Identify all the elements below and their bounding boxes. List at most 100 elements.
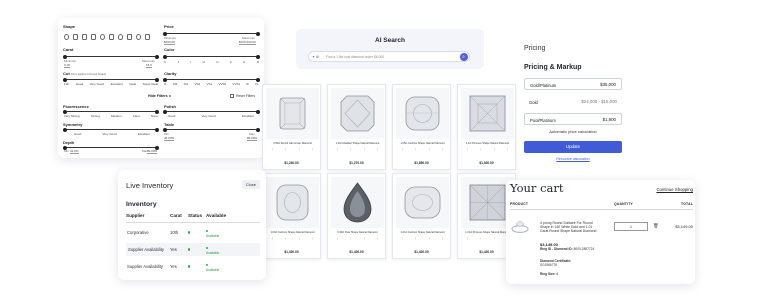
cut-option[interactable]: Ideal [129,82,136,86]
color-max-handle[interactable] [256,54,260,59]
clarity-min-handle[interactable] [163,77,167,82]
shape-pear-icon[interactable] [118,34,123,40]
fluorescence-option[interactable]: Faint [133,114,140,118]
shape-oval-icon[interactable] [100,34,105,40]
cut-option[interactable]: Super Ideal [143,82,158,86]
table-slider[interactable] [163,127,260,132]
price-min-handle[interactable] [163,31,167,36]
depth-slider[interactable] [63,145,159,150]
clarity-option[interactable]: VS1 [206,82,212,86]
diamond-image[interactable] [331,177,384,228]
polish-min-handle[interactable] [163,109,167,114]
symmetry-slider[interactable] [63,127,159,132]
pricing-row-value[interactable]: $24,000 - $15,000 [581,99,617,104]
resource-calculation-link[interactable]: Resource calculation [524,157,622,161]
fluorescence-min-handle[interactable] [63,109,67,114]
clarity-option[interactable]: VS2 [194,82,200,86]
clarity-max-handle[interactable] [256,77,260,82]
cut-option[interactable]: Fair [64,82,69,86]
close-button[interactable]: Close [241,180,260,189]
diamond-image[interactable] [266,88,319,139]
clarity-option[interactable]: VVS2 [218,82,226,86]
polish-option[interactable]: Very Good [201,114,215,118]
ai-search-input[interactable]: Find a 1.5ct oval diamond under $6,000 [326,55,384,59]
diamond-image[interactable] [396,88,449,139]
carat-max-input[interactable]: 15.0 [146,63,152,68]
clarity-option[interactable]: FL [255,82,259,86]
depth-max-input[interactable]: 89.00% [147,149,158,154]
clarity-slider[interactable] [163,77,260,82]
diamond-card[interactable]: 1.00ct Cushion Shape Natural Diamond │ │ │ │… [262,173,321,259]
clarity-option[interactable]: IF [246,82,249,86]
polish-max-handle[interactable] [256,109,260,114]
pricing-row[interactable]: Pool/Platinum $1,900 [524,113,622,125]
ai-search-bar[interactable]: ✦ AI Find a 1.5ct oval diamond under $6,0… [308,51,470,62]
color-option[interactable]: G [216,60,218,64]
carat-min-handle[interactable] [63,54,67,59]
shape-emerald-icon[interactable] [82,34,87,40]
color-min-handle[interactable] [163,54,167,59]
price-max-handle[interactable] [256,31,260,36]
shape-marquise-icon[interactable] [136,34,141,40]
fluorescence-slider[interactable] [63,109,159,114]
pricing-row-value[interactable]: $35,000 [600,82,616,87]
diamond-image[interactable] [461,88,514,139]
clarity-option[interactable]: VVS1 [232,82,240,86]
pricing-row[interactable]: Gold/Platinum $35,000 [524,78,622,90]
diamond-card[interactable]: 0.90ct Pear Shape Natural Diamond │ │ │ │ $1,… [327,173,386,259]
reset-filters-checkbox[interactable]: Reset Filters [230,94,255,98]
clarity-option[interactable]: SI2 [173,82,178,86]
product-description[interactable]: 4 prong Round Solitaire For Round Shape … [540,221,600,234]
table-row[interactable]: Supplier Availability Yes Available [126,260,260,273]
pricing-row[interactable]: Gold $24,000 - $15,000 [524,96,622,108]
polish-slider[interactable] [163,109,260,114]
trash-icon[interactable]: 🗑 [653,223,659,229]
diamond-card[interactable]: 0.50ct Round Lab Grown Diamond │ │ │ │ $1,240… [262,84,321,170]
polish-option[interactable]: Excellent [242,114,254,118]
diamond-image[interactable] [266,177,319,228]
color-option[interactable]: J [177,60,179,64]
diamond-card[interactable]: 1.1ct Princess Shape Natural Diamond │ │ │ │… [457,84,516,170]
color-option[interactable]: D [257,60,259,64]
cut-option[interactable]: Very Good [90,82,104,86]
color-option[interactable]: E [243,60,245,64]
pricing-row-value[interactable]: $1,900 [603,117,616,122]
cut-slider[interactable] [63,77,159,82]
clarity-option[interactable]: I1 [164,82,167,86]
carat-slider[interactable] [63,54,159,59]
color-option[interactable]: F [230,60,232,64]
cut-option[interactable]: Excellent [111,82,123,86]
shape-radiant-icon[interactable] [109,34,114,40]
price-slider[interactable] [163,31,260,36]
shape-round-icon[interactable] [64,34,69,40]
shape-cushion-icon[interactable] [145,34,150,40]
color-option[interactable]: I [190,60,191,64]
symmetry-option[interactable]: Good [74,132,81,136]
cut-max-handle[interactable] [155,77,159,82]
symmetry-option[interactable]: Very Good [102,132,116,136]
shape-asscher-icon[interactable] [91,34,96,40]
diamond-card[interactable]: 1.01ct Cushion Shape Natural Diamond │ │ │ │… [392,173,451,259]
fluorescence-option[interactable]: Very Strong [64,114,80,118]
clarity-option[interactable]: SI1 [184,82,189,86]
continue-shopping-link[interactable]: Continue Shopping [656,187,693,192]
carat-max-handle[interactable] [155,54,159,59]
diamond-card[interactable]: 1.01ct Radiant Shape Natural Diamond │ │ │ │… [327,84,386,170]
polish-option[interactable]: Good [168,114,175,118]
diamond-image[interactable] [331,88,384,139]
update-button[interactable]: Update [524,141,622,153]
price-max-input[interactable]: $100,000.00 [239,40,256,45]
carat-min-input[interactable]: 0.18 [64,63,70,68]
cut-option[interactable]: Good [76,82,83,86]
color-option[interactable]: H [203,60,205,64]
symmetry-max-handle[interactable] [155,127,159,132]
table-max-handle[interactable] [256,127,260,132]
color-option[interactable]: K [164,60,166,64]
table-min-handle[interactable] [163,127,167,132]
diamond-card[interactable]: 1.05ct Cushion Shape Natural Diamond │ │ │ │… [392,84,451,170]
table-min-input[interactable]: 45.00% [164,136,175,141]
hide-filters-button[interactable]: Hide Filters ∧ [148,94,171,98]
fluorescence-option[interactable]: Medium [111,114,122,118]
shape-princess-icon[interactable] [73,34,78,40]
color-slider[interactable] [163,54,260,59]
